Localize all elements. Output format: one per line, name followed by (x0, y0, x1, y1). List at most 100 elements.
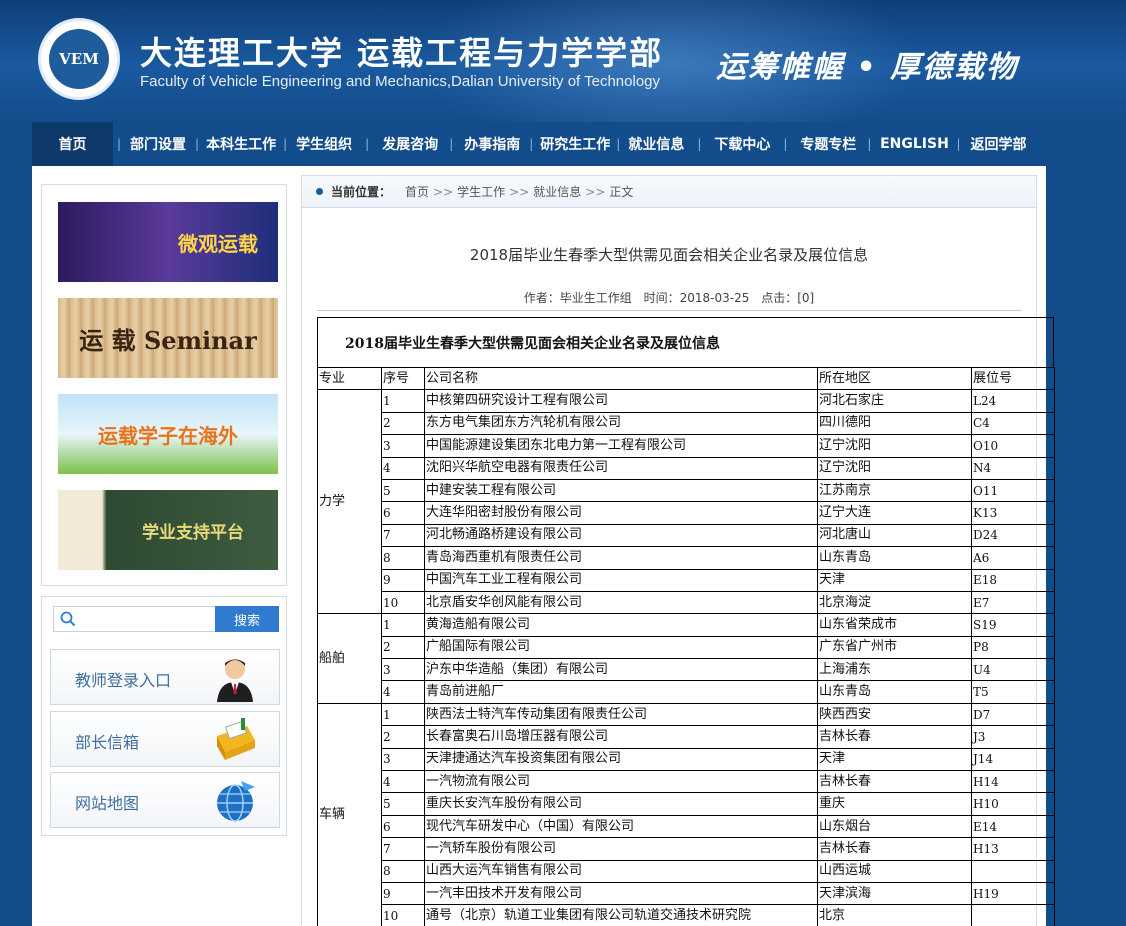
location-cell: 广东省广州市 (817, 635, 972, 660)
search-input[interactable] (82, 609, 212, 629)
breadcrumb-separator: >> (585, 184, 606, 199)
breadcrumb-label: 当前位置： (331, 185, 392, 199)
index-cell: 8 (381, 859, 425, 883)
index-cell: 2 (381, 725, 425, 749)
location-cell: 山东青岛 (817, 546, 972, 570)
index-cell: 1 (381, 702, 425, 727)
table-row: 4 一汽物流有限公司 吉林长春 H14 (318, 770, 1055, 794)
banner-label: 运 载 Seminar (79, 325, 257, 355)
booth-cell: H10 (971, 792, 1055, 816)
nav-separator: | (867, 137, 872, 151)
company-cell: 中国汽车工业工程有限公司 (424, 568, 818, 592)
location-cell: 陕西西安 (817, 702, 972, 727)
banner-overseas[interactable]: 运载学子在海外 (58, 394, 278, 474)
article-panel: 当前位置： 首页 >> 学生工作 >> 就业信息 >> 正文 2018届毕业生春… (301, 175, 1055, 926)
banner-seminar[interactable]: 运 载 Seminar (58, 298, 278, 378)
search-icon (60, 611, 76, 627)
nav-item-home[interactable]: 首页 (32, 122, 113, 166)
logo-text: VEM (49, 29, 109, 89)
director-mailbox-link[interactable]: 部长信箱 (50, 711, 280, 767)
teacher-avatar-icon (217, 659, 253, 702)
table-row: 3 中国能源建设集团东北电力第一工程有限公司 辽宁沈阳 O10 (318, 434, 1055, 458)
header-index: 序号 (381, 366, 425, 391)
index-cell: 4 (381, 456, 425, 480)
table-row: 4 沈阳兴华航空电器有限责任公司 辽宁沈阳 N4 (318, 456, 1055, 480)
location-cell: 河北石家庄 (817, 389, 972, 413)
time-label: 时间： (643, 291, 680, 305)
breadcrumb: 当前位置： 首页 >> 学生工作 >> 就业信息 >> 正文 (302, 176, 1036, 208)
search-button[interactable]: 搜索 (215, 606, 279, 632)
nav-separator: | (529, 137, 534, 151)
index-cell: 4 (381, 770, 425, 794)
company-cell: 北京盾安华创风能有限公司 (424, 590, 818, 615)
banner-label: 学业支持平台 (142, 522, 244, 543)
location-cell: 辽宁大连 (817, 501, 972, 525)
nav-item-graduate[interactable]: 研究生工作 (539, 122, 611, 166)
booth-cell: H19 (971, 881, 1055, 906)
location-cell: 四川德阳 (817, 411, 972, 436)
booth-cell: C4 (971, 411, 1055, 436)
booth-cell (971, 859, 1055, 883)
index-cell: 6 (381, 501, 425, 525)
booth-cell: D7 (971, 702, 1055, 727)
table-row: 7 河北畅通路桥建设有限公司 河北唐山 D24 (318, 523, 1055, 548)
main-nav: 首页 | 部门设置 | 本科生工作 | 学生组织 | 发展咨询 | 办事指南 |… (0, 122, 1126, 166)
header-major: 专业 (317, 366, 382, 391)
nav-item-topics[interactable]: 专题专栏 (797, 122, 859, 166)
index-cell: 3 (381, 434, 425, 458)
booth-cell: H13 (971, 837, 1055, 861)
nav-separator: | (697, 137, 702, 151)
banner-label: 运载学子在海外 (98, 423, 238, 448)
nav-item-undergrad[interactable]: 本科生工作 (205, 122, 277, 166)
sidebar-banners: 微观运载 运 载 Seminar 运载学子在海外 学业支持平台 (41, 184, 287, 586)
nav-item-departments[interactable]: 部门设置 (127, 122, 189, 166)
company-cell: 天津捷通达汽车投资集团有限公司 (424, 747, 818, 772)
booth-cell: L24 (971, 389, 1055, 413)
index-cell: 5 (381, 478, 425, 503)
nav-item-employment[interactable]: 就业信息 (625, 122, 687, 166)
booth-cell: K13 (971, 501, 1055, 525)
article-meta: 作者：毕业生工作组 时间：2018-03-25 点击：[0] (302, 289, 1036, 306)
teacher-login-link[interactable]: 教师登录入口 (50, 649, 280, 705)
booth-cell: S19 (971, 613, 1055, 637)
breadcrumb-student-work[interactable]: 学生工作 (457, 183, 505, 200)
nav-separator: | (365, 137, 370, 151)
quick-link-label: 网站地图 (75, 794, 140, 813)
booth-cell: A6 (971, 546, 1055, 570)
index-cell: 10 (381, 904, 425, 926)
location-cell: 吉林长春 (817, 725, 972, 749)
booth-cell: E14 (971, 814, 1055, 839)
nav-item-downloads[interactable]: 下载中心 (711, 122, 773, 166)
site-header: VEM 大连理工大学 运载工程与力学学部 Faculty of Vehicle … (0, 0, 1126, 122)
nav-item-english[interactable]: ENGLISH (879, 122, 949, 166)
nav-item-back[interactable]: 返回学部 (968, 122, 1030, 166)
breadcrumb-employment[interactable]: 就业信息 (533, 183, 581, 200)
index-cell: 3 (381, 747, 425, 772)
nav-item-development[interactable]: 发展咨询 (379, 122, 441, 166)
quick-link-label: 部长信箱 (75, 733, 140, 752)
motto: 运筹帷幄 • 厚德载物 (716, 50, 1019, 85)
location-cell: 吉林长春 (817, 770, 972, 794)
header-location: 所在地区 (817, 366, 972, 391)
banner-micro-vehicle[interactable]: 微观运载 (58, 202, 278, 282)
index-cell: 6 (381, 814, 425, 839)
location-cell: 天津 (817, 568, 972, 592)
location-cell: 辽宁沈阳 (817, 434, 972, 458)
index-cell: 1 (381, 389, 425, 413)
index-cell: 2 (381, 635, 425, 660)
site-map-link[interactable]: 网站地图 (50, 772, 280, 828)
table-row: 8 山西大运汽车销售有限公司 山西运城 (318, 859, 1055, 883)
banner-academic-support[interactable]: 学业支持平台 (58, 490, 278, 570)
header-booth: 展位号 (971, 366, 1055, 391)
time-value: 2018-03-25 (679, 291, 750, 305)
nav-item-student-orgs[interactable]: 学生组织 (293, 122, 355, 166)
index-cell: 5 (381, 792, 425, 816)
title-divider (317, 310, 1021, 311)
company-cell: 大连华阳密封股份有限公司 (424, 501, 818, 525)
breadcrumb-home[interactable]: 首页 (405, 183, 429, 200)
article-title: 2018届毕业生春季大型供需见面会相关企业名录及展位信息 (469, 246, 869, 264)
company-cell: 陕西法士特汽车传动集团有限责任公司 (424, 702, 818, 727)
nav-item-guide[interactable]: 办事指南 (461, 122, 523, 166)
nav-separator: | (117, 137, 122, 151)
university-logo[interactable]: VEM (38, 18, 120, 100)
